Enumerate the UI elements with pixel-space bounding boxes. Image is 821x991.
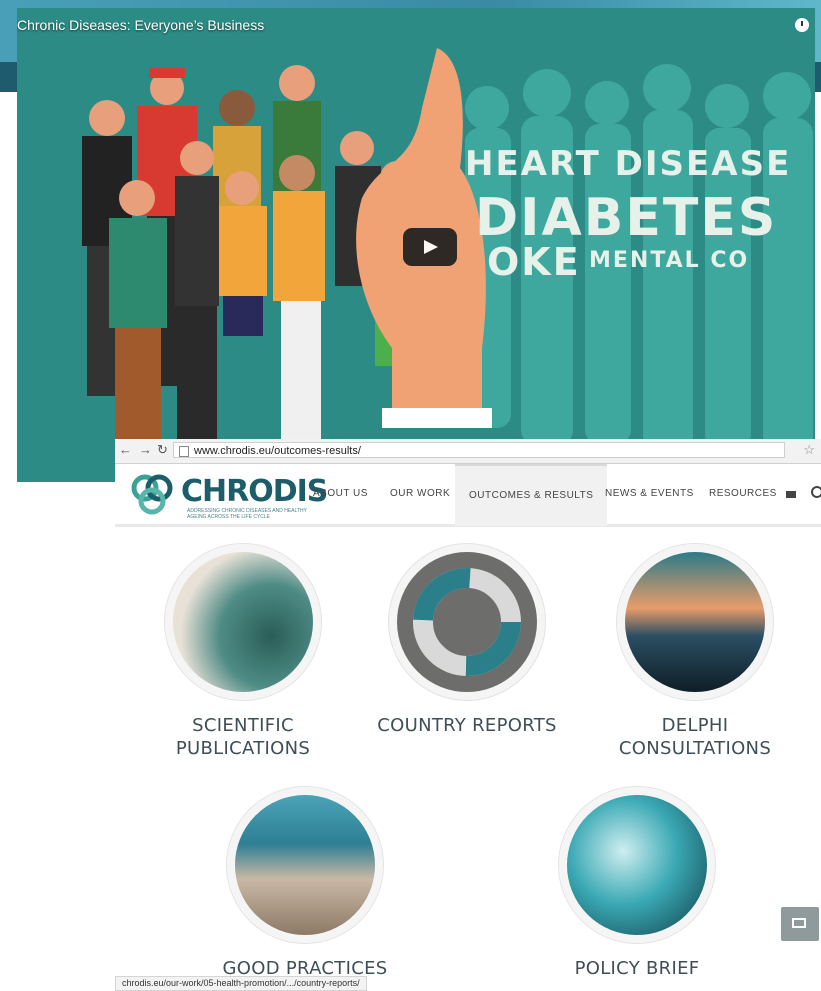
stacked-stones-image bbox=[227, 787, 383, 943]
tile-delphi-consultations[interactable]: DELPHI CONSULTATIONS bbox=[605, 544, 785, 760]
address-bar: ← → ↻ www.chrodis.eu/outcomes-results/ ☆ bbox=[115, 439, 821, 464]
mail-contact-button[interactable] bbox=[781, 907, 819, 941]
lighthouse-image bbox=[617, 544, 773, 700]
logo-rings-icon bbox=[131, 474, 173, 515]
menu-about-us[interactable]: ABOUT US bbox=[313, 464, 368, 524]
back-icon[interactable]: ← bbox=[119, 442, 132, 457]
lifebuoy-image bbox=[389, 544, 545, 700]
overlay-word: HEART DISEASE bbox=[465, 144, 792, 184]
menu-outcomes-results[interactable]: OUTCOMES & RESULTS bbox=[455, 464, 608, 526]
typewriter-image bbox=[165, 544, 321, 700]
overlay-word: DIABETES bbox=[475, 188, 778, 248]
chrodis-logo[interactable]: CHRODIS ADDRESSING CHRONIC DISEASES AND … bbox=[129, 472, 328, 520]
light-trails-image bbox=[559, 787, 715, 943]
tile-label: DELPHI CONSULTATIONS bbox=[618, 715, 772, 759]
tile-good-practices[interactable]: GOOD PRACTICES bbox=[205, 787, 405, 980]
overlay-word: OKE bbox=[487, 240, 581, 284]
menu-news-events[interactable]: NEWS & EVENTS bbox=[605, 464, 694, 524]
play-icon[interactable] bbox=[403, 228, 457, 266]
search-icon[interactable] bbox=[811, 486, 821, 498]
mail-icon[interactable] bbox=[786, 491, 796, 498]
tile-label: COUNTRY REPORTS bbox=[377, 715, 557, 736]
tile-label: SCIENTIFIC PUBLICATIONS bbox=[175, 715, 311, 759]
video-player[interactable]: HEART DISEASE DIABETES OKE MENTAL CO Chr… bbox=[17, 8, 815, 482]
watch-later-icon[interactable] bbox=[795, 18, 809, 32]
menu-our-work[interactable]: OUR WORK bbox=[390, 464, 450, 524]
url-input[interactable]: www.chrodis.eu/outcomes-results/ bbox=[173, 442, 785, 458]
tile-country-reports[interactable]: COUNTRY REPORTS bbox=[367, 544, 567, 737]
tile-label: POLICY BRIEF bbox=[574, 958, 700, 979]
logo-text: CHRODIS bbox=[181, 474, 328, 509]
url-text: www.chrodis.eu/outcomes-results/ bbox=[194, 445, 361, 457]
overlay-word: MENTAL CO bbox=[589, 248, 750, 273]
browser-window: ← → ↻ www.chrodis.eu/outcomes-results/ ☆… bbox=[115, 439, 821, 989]
forward-icon[interactable]: → bbox=[139, 442, 152, 457]
page-icon bbox=[179, 446, 189, 457]
logo-subtitle: ADDRESSING CHRONIC DISEASES AND HEALTHY … bbox=[187, 508, 307, 520]
reload-icon[interactable]: ↻ bbox=[157, 442, 168, 458]
menu-resources[interactable]: RESOURCES bbox=[709, 464, 777, 524]
tile-scientific-publications[interactable]: SCIENTIFIC PUBLICATIONS bbox=[165, 544, 321, 760]
star-icon[interactable]: ☆ bbox=[803, 442, 815, 458]
site-header: CHRODIS ADDRESSING CHRONIC DISEASES AND … bbox=[115, 464, 821, 527]
video-title[interactable]: Chronic Diseases: Everyone’s Business bbox=[17, 17, 264, 33]
tile-policy-brief[interactable]: POLICY BRIEF bbox=[542, 787, 732, 980]
